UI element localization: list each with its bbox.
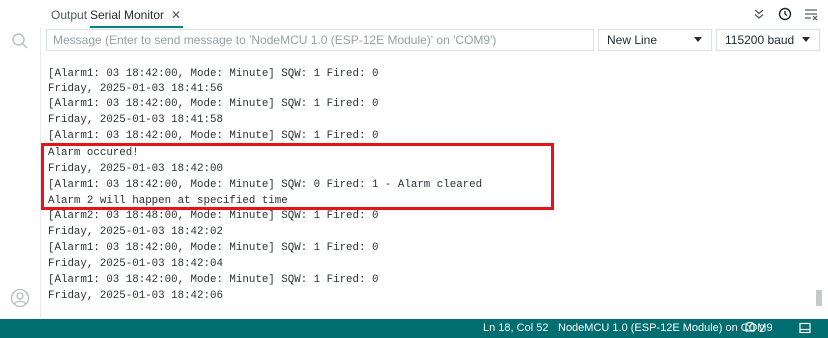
account-icon[interactable] xyxy=(9,287,31,309)
serial-line: [Alarm1: 03 18:42:00, Mode: Minute] SQW:… xyxy=(48,68,379,80)
serial-line: Friday, 2025-01-03 18:41:56 xyxy=(48,83,223,95)
line-ending-select[interactable]: New Line xyxy=(598,29,712,51)
panel-tab-bar: Output Serial Monitor ✕ xyxy=(40,0,828,28)
serial-line: [Alarm1: 03 18:42:00, Mode: Minute] SQW:… xyxy=(48,179,483,191)
scrollbar-thumb[interactable] xyxy=(816,290,822,306)
chevron-down-icon xyxy=(693,35,703,45)
tab-serial-monitor[interactable]: Serial Monitor ✕ xyxy=(90,4,184,28)
serial-line: [Alarm1: 03 18:42:00, Mode: Minute] SQW:… xyxy=(48,98,379,110)
toggle-timestamp-icon[interactable] xyxy=(778,7,792,21)
serial-toolbar xyxy=(752,5,818,23)
tab-output-label: Output xyxy=(51,8,88,22)
tab-output[interactable]: Output xyxy=(51,4,87,26)
serial-line: [Alarm1: 03 18:42:00, Mode: Minute] SQW:… xyxy=(48,130,379,142)
status-bar: Ln 18, Col 52 NodeMCU 1.0 (ESP-12E Modul… xyxy=(0,319,828,338)
baud-rate-value: 115200 baud xyxy=(725,33,795,47)
search-icon[interactable] xyxy=(9,30,31,52)
notifications-count: 2 xyxy=(759,322,766,335)
clear-output-icon[interactable] xyxy=(804,7,818,21)
tab-serial-monitor-label: Serial Monitor xyxy=(90,8,165,22)
cursor-position[interactable]: Ln 18, Col 52 xyxy=(483,322,548,334)
notifications-indicator[interactable]: 2 xyxy=(744,321,765,336)
toggle-panel-icon[interactable] xyxy=(799,322,811,334)
line-ending-value: New Line xyxy=(607,33,658,47)
close-icon[interactable]: ✕ xyxy=(171,8,181,22)
message-row: New Line 115200 baud xyxy=(46,29,820,53)
chevron-down-icon xyxy=(801,35,811,45)
serial-line: Friday, 2025-01-03 18:41:58 xyxy=(48,114,223,126)
serial-output[interactable]: [Alarm1: 03 18:42:00, Mode: Minute] SQW:… xyxy=(40,58,810,316)
serial-line: [Alarm1: 03 18:42:00, Mode: Minute] SQW:… xyxy=(48,274,379,286)
serial-line: [Alarm1: 03 18:42:00, Mode: Minute] SQW:… xyxy=(48,242,379,254)
notification-bell-icon xyxy=(744,321,756,336)
serial-monitor-panel: Output Serial Monitor ✕ New Line xyxy=(0,0,828,338)
left-activity-strip xyxy=(0,0,41,319)
serial-line: Friday, 2025-01-03 18:42:06 xyxy=(48,290,223,302)
scrollbar[interactable] xyxy=(814,58,824,316)
serial-line: [Alarm2: 03 18:48:00, Mode: Minute] SQW:… xyxy=(48,210,379,222)
serial-line: Alarm 2 will happen at specified time xyxy=(48,195,288,207)
toggle-autoscroll-icon[interactable] xyxy=(752,7,766,21)
message-input[interactable] xyxy=(46,29,594,51)
serial-line: Friday, 2025-01-03 18:42:00 xyxy=(48,163,223,175)
serial-line: Alarm occured! xyxy=(48,147,139,159)
serial-line: Friday, 2025-01-03 18:42:02 xyxy=(48,226,223,238)
serial-line: Friday, 2025-01-03 18:42:04 xyxy=(48,258,223,270)
baud-rate-select[interactable]: 115200 baud xyxy=(716,29,820,51)
board-port-label[interactable]: NodeMCU 1.0 (ESP-12E Module) on COM9 xyxy=(558,322,773,334)
